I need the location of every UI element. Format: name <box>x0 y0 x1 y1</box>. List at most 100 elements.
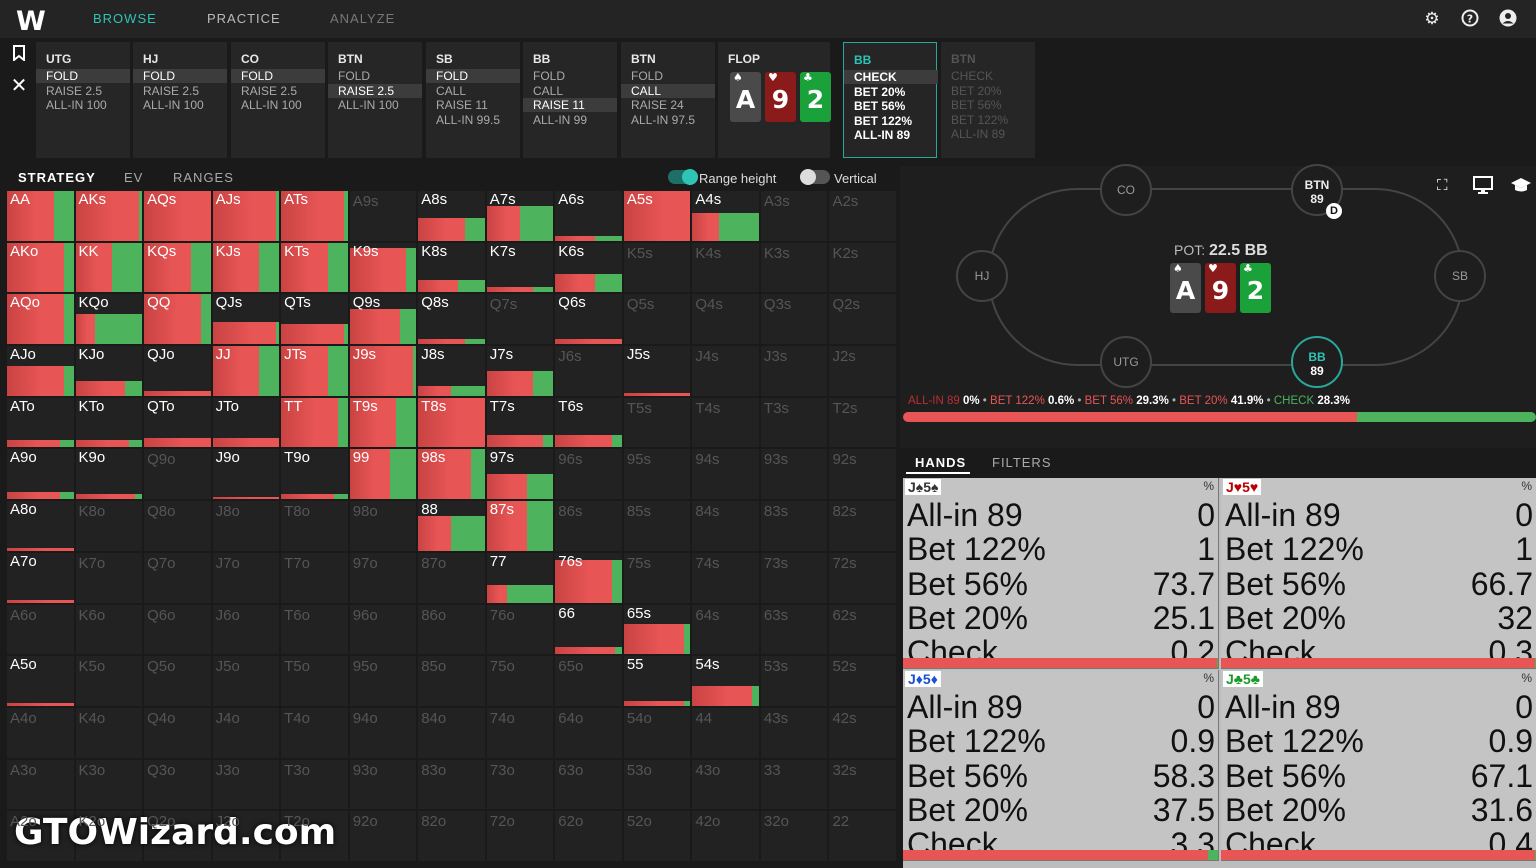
range-cell[interactable]: KK <box>74 241 144 294</box>
action-option[interactable]: ALL-IN 99.5 <box>426 113 520 127</box>
range-cell[interactable]: J4s <box>691 345 760 397</box>
range-cell[interactable]: Q8o <box>143 500 212 552</box>
range-cell[interactable]: 62o <box>554 810 623 862</box>
action-seat-bb[interactable]: BB FOLD CALL RAISE 11 ALL-IN 99 <box>523 42 617 158</box>
range-cell[interactable]: 94o <box>348 706 418 759</box>
range-cell[interactable]: J8o <box>211 500 281 552</box>
range-cell[interactable]: Q9s <box>348 293 418 346</box>
tab-ranges[interactable]: RANGES <box>173 170 234 185</box>
action-option[interactable]: ALL-IN 89 <box>844 128 938 142</box>
range-cell[interactable]: Q9o <box>143 448 212 501</box>
hand-card[interactable]: J♥5♥% All-in 89 0 Bet 122% 1 Bet 56% 66.7 Bet 2… <box>1221 478 1536 669</box>
range-cell[interactable]: Q5s <box>622 293 692 346</box>
range-cell[interactable]: A8o <box>6 500 75 552</box>
range-cell[interactable]: 96o <box>348 603 418 656</box>
range-cell[interactable]: 54s <box>691 655 760 707</box>
action-option[interactable]: FOLD <box>328 69 422 83</box>
range-cell[interactable]: A2s <box>828 190 897 242</box>
range-cell[interactable]: T3s <box>759 396 829 449</box>
range-cell[interactable]: A5s <box>622 190 692 242</box>
range-cell[interactable]: J6o <box>211 603 281 656</box>
action-option[interactable]: FOLD <box>133 69 227 83</box>
range-cell[interactable]: 32s <box>828 758 897 811</box>
range-cell[interactable]: KTs <box>280 241 349 294</box>
range-cell[interactable]: K4o <box>74 706 144 759</box>
range-cell[interactable]: 32o <box>759 810 829 862</box>
tab-browse[interactable]: BROWSE <box>93 11 157 26</box>
range-cell[interactable]: 96s <box>554 448 623 501</box>
range-cell[interactable]: 94s <box>691 448 760 501</box>
range-cell[interactable]: K5s <box>622 241 692 294</box>
range-cell[interactable]: 99 <box>348 448 418 501</box>
account-icon[interactable] <box>1498 9 1518 29</box>
seat-co[interactable]: CO <box>1100 164 1152 216</box>
range-cell[interactable]: 82o <box>417 810 486 862</box>
range-cell[interactable]: T5s <box>622 396 692 449</box>
range-cell[interactable]: 54o <box>622 706 692 759</box>
range-cell[interactable]: 42o <box>691 810 760 862</box>
range-cell[interactable]: 53o <box>622 758 692 811</box>
range-cell[interactable]: K6o <box>74 603 144 656</box>
range-cell[interactable]: 65s <box>622 603 692 656</box>
range-cell[interactable]: KTo <box>74 396 144 449</box>
seat-bb-hero[interactable]: BB 89 <box>1291 336 1343 388</box>
action-option[interactable]: ALL-IN 99 <box>523 113 617 127</box>
range-cell[interactable]: 76o <box>485 603 555 656</box>
range-cell[interactable]: Q8s <box>417 293 486 346</box>
hand-card[interactable]: J♦5♦% All-in 89 0 Bet 122% 0.9 Bet 56% 58.3 Bet… <box>903 670 1219 861</box>
range-cell[interactable]: JTs <box>280 345 349 397</box>
action-option[interactable]: BET 122% <box>844 114 938 128</box>
action-option[interactable]: BET 56% <box>844 99 938 113</box>
action-seat-co[interactable]: CO FOLD RAISE 2.5 ALL-IN 100 <box>231 42 325 158</box>
range-cell[interactable]: 87s <box>485 500 555 552</box>
range-cell[interactable]: Q4s <box>691 293 760 346</box>
tab-filters[interactable]: FILTERS <box>992 455 1052 470</box>
range-cell[interactable]: 97s <box>485 448 555 501</box>
seat-sb[interactable]: SB <box>1434 250 1486 302</box>
range-cell[interactable]: K8o <box>74 500 144 552</box>
range-cell[interactable]: K5o <box>74 655 144 707</box>
range-cell[interactable]: 44 <box>691 706 760 759</box>
range-cell[interactable]: T6o <box>280 603 349 656</box>
range-cell[interactable]: 93o <box>348 758 418 811</box>
action-option[interactable]: ALL-IN 89 <box>941 127 1035 141</box>
range-cell[interactable]: Q6s <box>554 293 623 346</box>
action-option[interactable]: CALL <box>426 84 520 98</box>
range-cell[interactable]: 84s <box>691 500 760 552</box>
range-cell[interactable]: AKs <box>74 190 144 242</box>
range-cell[interactable]: 63o <box>554 758 623 811</box>
hand-card[interactable]: J♣5♣% All-in 89 0 Bet 122% 0.9 Bet 56% 67.1 Bet… <box>1221 670 1536 861</box>
range-cell[interactable]: A9o <box>6 448 75 501</box>
range-cell[interactable]: J2s <box>828 345 897 397</box>
range-cell[interactable]: Q3o <box>143 758 212 811</box>
range-cell[interactable]: A9s <box>348 190 418 242</box>
range-cell[interactable]: T8s <box>417 396 486 449</box>
range-cell[interactable]: 42s <box>828 706 897 759</box>
range-cell[interactable]: KQo <box>74 293 144 346</box>
range-cell[interactable]: QJo <box>143 345 212 397</box>
range-cell[interactable]: A3s <box>759 190 829 242</box>
range-cell[interactable]: Q4o <box>143 706 212 759</box>
action-option[interactable]: ALL-IN 100 <box>36 98 130 112</box>
action-option[interactable]: BET 122% <box>941 113 1035 127</box>
monitor-icon[interactable] <box>1473 176 1493 199</box>
range-cell[interactable]: T8o <box>280 500 349 552</box>
range-cell[interactable]: AQs <box>143 190 212 242</box>
range-cell[interactable]: KQs <box>143 241 212 294</box>
action-option[interactable]: RAISE 24 <box>621 98 715 112</box>
range-cell[interactable]: JJ <box>211 345 281 397</box>
range-cell[interactable]: QJs <box>211 293 281 346</box>
range-cell[interactable]: ATs <box>280 190 349 242</box>
close-icon[interactable]: ✕ <box>9 73 29 97</box>
range-cell[interactable]: 72o <box>485 810 555 862</box>
tab-ev[interactable]: EV <box>124 170 143 185</box>
range-cell[interactable]: 85s <box>622 500 692 552</box>
range-cell[interactable]: J9s <box>348 345 418 397</box>
range-cell[interactable]: K9o <box>74 448 144 501</box>
action-option[interactable]: ALL-IN 100 <box>328 98 422 112</box>
range-cell[interactable]: Q7s <box>485 293 555 346</box>
action-seat-sb[interactable]: SB FOLD CALL RAISE 11 ALL-IN 99.5 <box>426 42 520 158</box>
range-cell[interactable]: 43o <box>691 758 760 811</box>
range-cell[interactable]: Q5o <box>143 655 212 707</box>
action-option[interactable]: FOLD <box>621 69 715 83</box>
